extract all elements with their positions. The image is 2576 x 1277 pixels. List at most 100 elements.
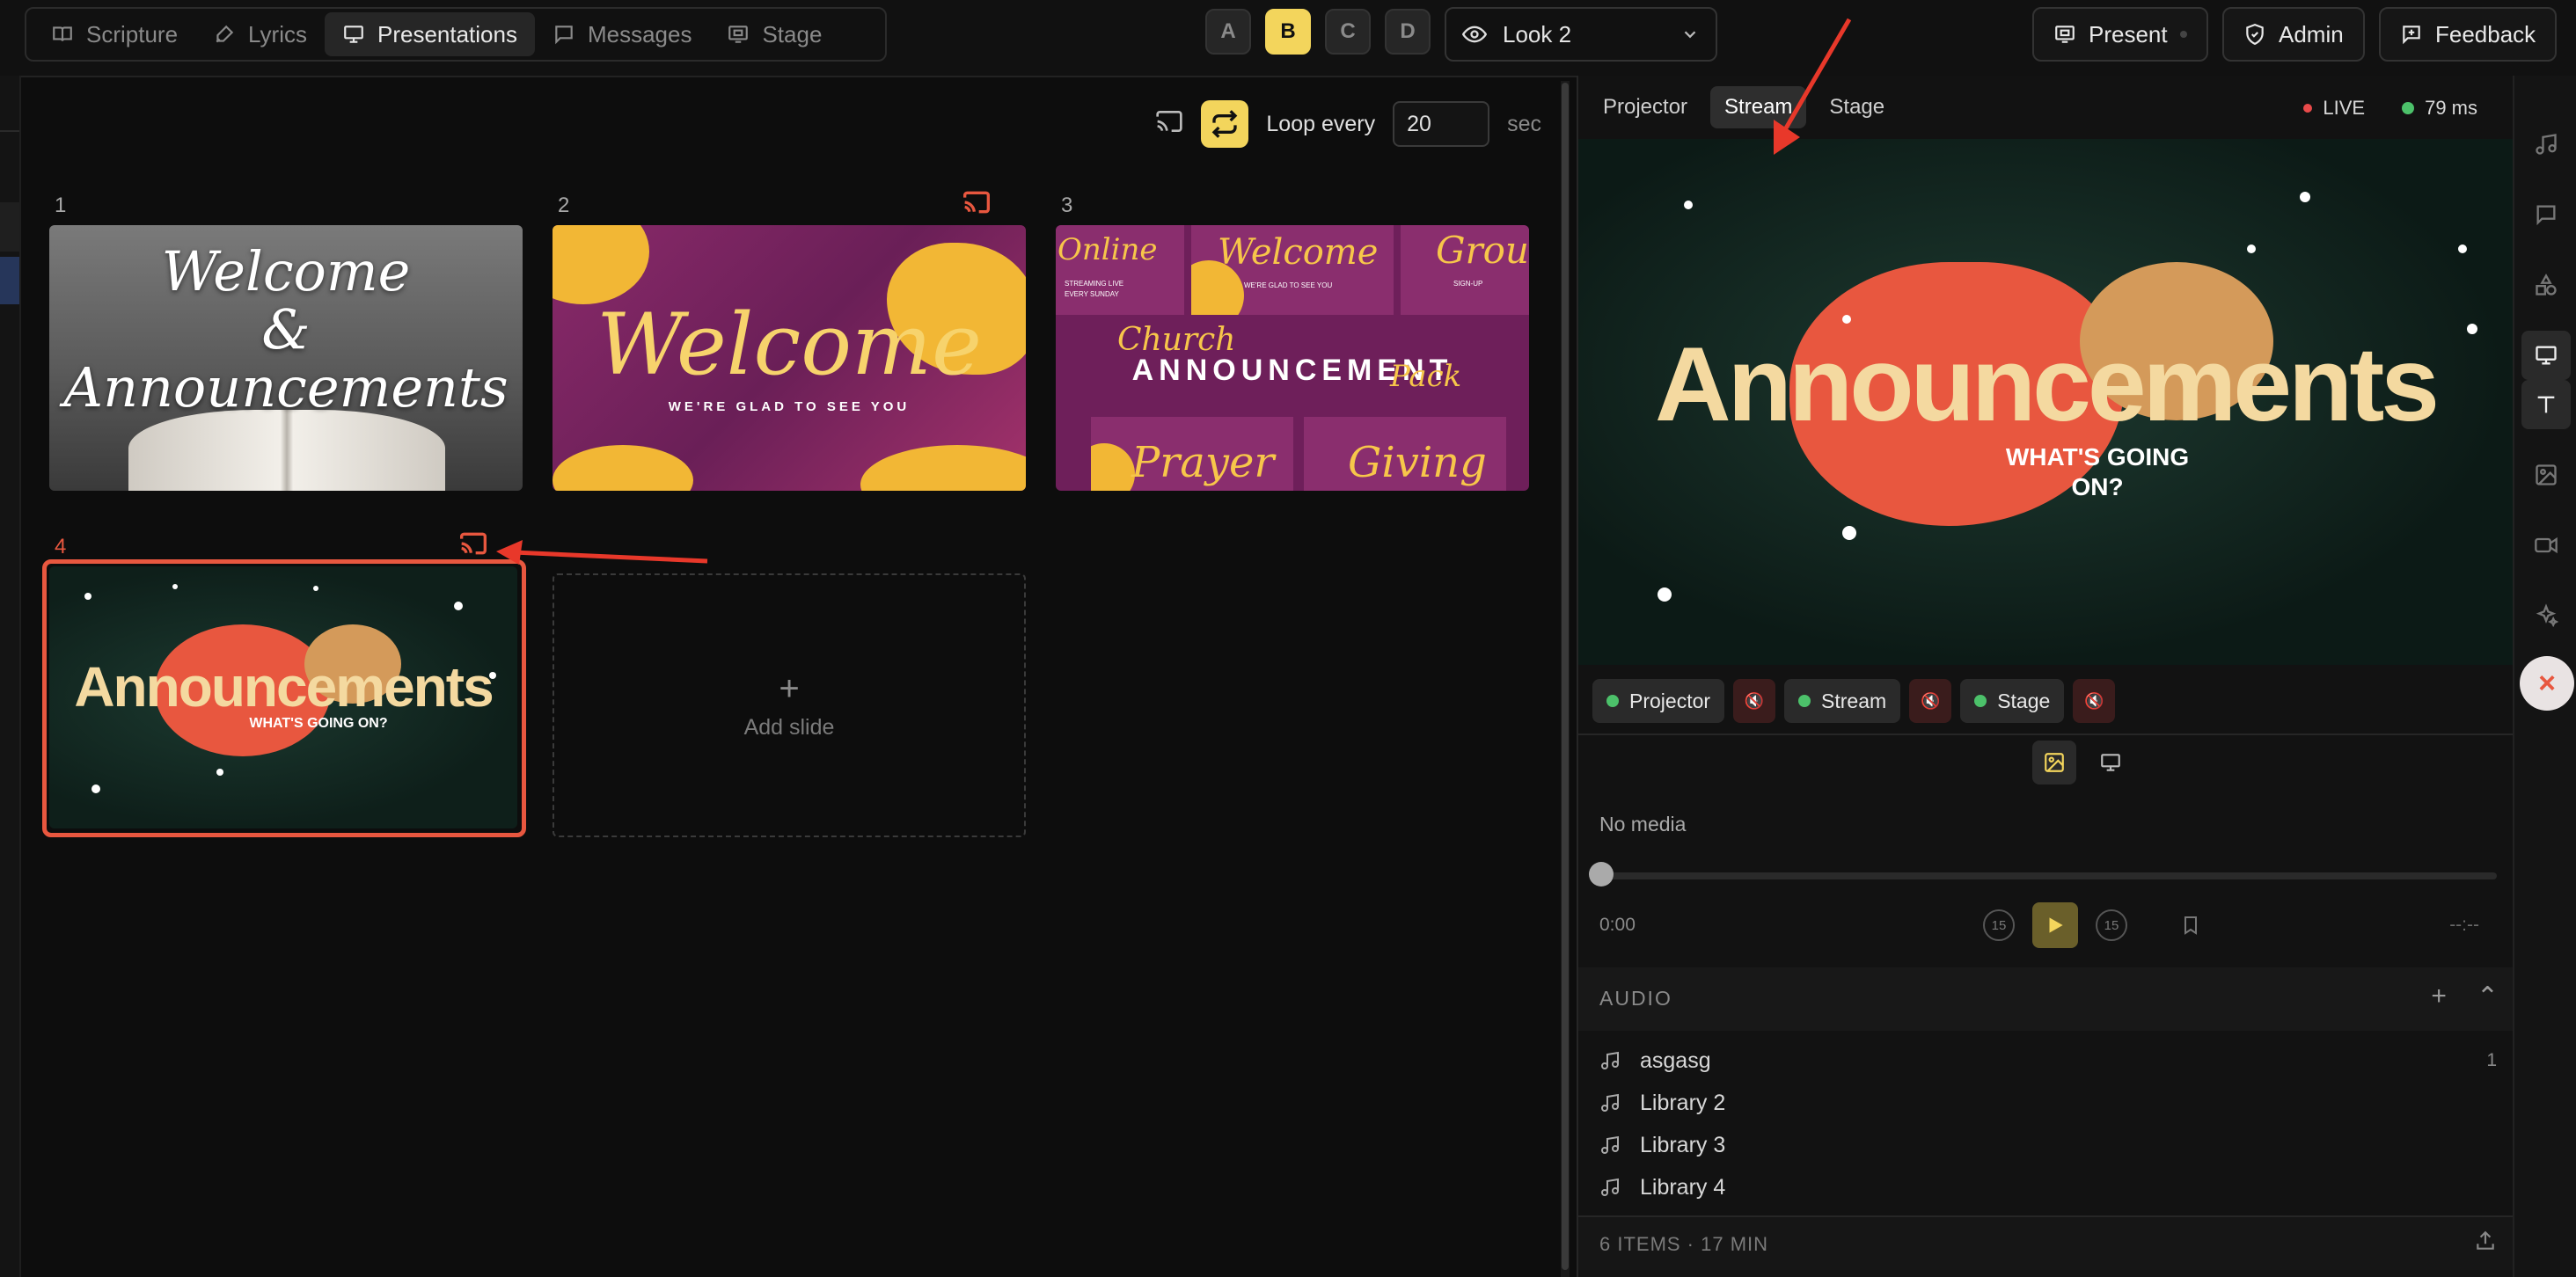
music-note-icon [1601,1051,1619,1069]
tab-scripture[interactable]: Scripture [33,12,195,56]
slide-thumbnail[interactable]: Welcome WE'RE GLAD TO SEE YOU [553,225,1026,491]
right-tool-rail: × [2513,76,2576,1277]
look-select[interactable]: Look 2 [1445,7,1717,62]
present-icon [2055,26,2075,43]
sparkles-icon [2536,603,2558,628]
rail-effects[interactable] [2521,591,2571,640]
live-status: LIVE 79 ms [2303,97,2477,120]
cast-icon [460,532,487,555]
add-slide-button[interactable]: + Add slide [553,573,1026,837]
audio-item-label: asgasg [1640,1047,1711,1073]
image-icon [2045,753,2064,772]
skip-forward-icon[interactable]: 15 [2096,909,2127,941]
snow-dot [172,584,178,589]
look-d-button[interactable]: D [1385,9,1431,55]
media-mode-toggle [2032,741,2133,784]
rail-text[interactable] [2521,380,2571,429]
look-c-button[interactable]: C [1325,9,1371,55]
rail-image[interactable] [2521,450,2571,500]
play-button[interactable] [2032,902,2078,948]
rail-messages[interactable] [2521,190,2571,239]
media-mode-presentation[interactable] [2089,741,2133,784]
media-mode-image[interactable] [2032,741,2076,784]
mute-projector-button[interactable]: 🔇 [1733,679,1776,723]
tab-lyrics[interactable]: Lyrics [195,12,325,56]
loop-toggle[interactable] [1201,100,1249,148]
rail-presentation[interactable] [2521,331,2571,380]
presentation-icon [344,26,363,43]
slide-number: 3 [1061,193,1073,217]
tab-stage[interactable]: Stage [709,12,839,56]
export-icon[interactable] [2474,1230,2497,1252]
cell-text: Group [1436,229,1529,272]
audio-item[interactable]: asgasg 1 [1599,1040,2497,1082]
collage-cell: Welcome WE'RE GLAD TO SEE YOU [1191,225,1394,315]
channel-projector[interactable]: Projector [1592,679,1725,723]
music-note-icon [2536,134,2557,155]
status-dot [1974,695,1987,707]
admin-button[interactable]: Admin [2222,7,2365,62]
media-status: No media [1599,813,1687,836]
present-button[interactable]: Present [2032,7,2208,62]
snow-dot [2300,192,2310,202]
music-note-icon [1601,1135,1619,1154]
scroll-thumb[interactable] [1562,83,1569,1270]
rail-video[interactable] [2521,521,2571,570]
preview-subtitle: ON? [2071,473,2124,500]
media-seek-bar[interactable] [1599,872,2497,879]
shape-blob [860,445,1026,491]
cell-text: Welcome [1218,232,1379,273]
slide-thumbnail[interactable]: Online STREAMING LIVE EVERY SUNDAY Welco… [1056,225,1529,491]
add-audio-icon[interactable]: + [2431,981,2447,1012]
audio-item-count: 1 [2486,1050,2497,1070]
sidebar-item[interactable] [0,202,19,252]
audio-item[interactable]: Library 3 [1599,1124,2497,1166]
channel-stage[interactable]: Stage [1960,679,2065,723]
snow-dot [1658,587,1672,602]
seek-handle[interactable] [1589,862,1614,887]
bible-image [128,410,445,491]
cast-button[interactable] [1155,107,1183,142]
channel-stream[interactable]: Stream [1784,679,1901,723]
admin-label: Admin [2279,20,2344,47]
audio-item[interactable]: Library 2 [1599,1082,2497,1124]
audio-footer: 6 ITEMS · 17 MIN [1578,1215,2513,1270]
snow-dot [1842,526,1856,540]
look-a-button[interactable]: A [1205,9,1251,55]
repeat-icon [1212,110,1238,138]
tab-messages[interactable]: Messages [535,12,710,56]
latency-dot [2402,102,2415,114]
mute-stage-button[interactable]: 🔇 [2073,679,2116,723]
slides-scrollbar[interactable] [1561,81,1570,1277]
text-icon [2537,396,2555,413]
audio-item-label: Library 3 [1640,1132,1726,1157]
slide-thumbnail[interactable]: Welcome & Announcements [49,225,523,491]
clear-output-button[interactable]: × [2520,656,2574,711]
main-nav: Scripture Lyrics Presentations Messages … [25,7,887,62]
tab-label: Stage [762,20,823,47]
chevron-up-icon[interactable]: ⌃ [2477,981,2499,1012]
bookmark-icon[interactable] [2180,912,2201,938]
audio-item-label: Library 2 [1640,1090,1726,1115]
preview-title: Announcements [1654,325,2440,443]
mute-stream-button[interactable]: 🔇 [1909,679,1952,723]
slide-thumbnail[interactable]: Announcements WHAT'S GOING ON? [49,566,517,828]
sidebar-divider [0,130,19,132]
rail-shapes[interactable] [2521,260,2571,310]
tab-presentations[interactable]: Presentations [324,12,535,56]
skip-back-icon[interactable]: 15 [1983,909,2015,941]
audio-item[interactable]: Library 4 [1599,1166,2497,1208]
book-icon [53,26,72,41]
sidebar-item-selected[interactable] [0,257,19,304]
output-tab-projector[interactable]: Projector [1589,86,1701,128]
time-current: 0:00 [1599,915,1636,935]
look-b-button[interactable]: B [1265,9,1311,55]
plus-icon: + [779,668,800,708]
feedback-button[interactable]: Feedback [2379,7,2558,62]
annotation-arrow [1774,18,1852,155]
rail-audio[interactable] [2521,120,2571,169]
loop-seconds-input[interactable] [1393,101,1490,147]
close-icon: × [2538,666,2556,700]
cell-small-text: EVERY SUNDAY [1065,290,1119,298]
audio-header: AUDIO + ⌃ [1578,967,2513,1031]
